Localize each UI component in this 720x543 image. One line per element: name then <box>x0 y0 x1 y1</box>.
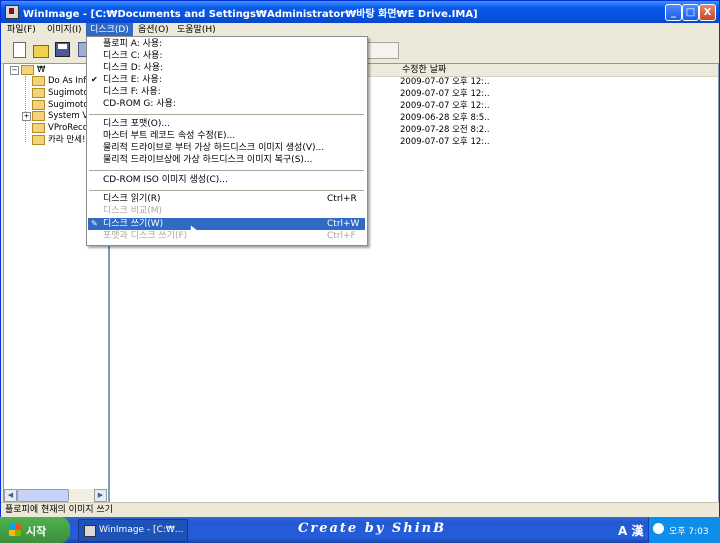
menu-item-label: CD-ROM G: 사용: <box>103 99 176 109</box>
menu-item-label: 마스터 부트 레코드 속성 수정(E)... <box>103 131 236 141</box>
folder-icon <box>32 99 45 110</box>
menu-item-label: 물리적 드라이브상에 가상 하드디스크 이미지 복구(S)... <box>103 155 313 165</box>
menu-item-read-disk[interactable]: 디스크 읽기(R) Ctrl+R <box>88 193 365 205</box>
menu-item-label: 포맷과 디스크 쓰기(F) <box>103 231 188 241</box>
start-button[interactable]: 시작 <box>0 517 70 543</box>
menu-item-shortcut: Ctrl+F <box>327 231 356 241</box>
menu-item-label: 디스크 비교(M) <box>103 206 163 216</box>
start-label: 시작 <box>26 525 47 538</box>
menu-item-label: 디스크 F: 사용: <box>103 87 161 97</box>
tree-connector <box>25 76 26 142</box>
close-button[interactable]: X <box>699 4 716 21</box>
menu-item-label: CD-ROM ISO 이미지 생성(C)... <box>103 175 228 185</box>
menu-image[interactable]: 이미지(I) <box>43 23 86 38</box>
menu-item-write-disk[interactable]: ✎ 디스크 쓰기(W) Ctrl+W <box>88 218 365 230</box>
expand-toggle[interactable]: + <box>22 112 31 121</box>
list-item[interactable]: 2009-07-28 오전 8:2.. <box>400 124 490 136</box>
tree-item-label: 카라 만세! <box>48 135 86 145</box>
menu-item-label: 물리적 드라이브로 부터 가상 하드디스크 이미지 생성(V)... <box>103 143 325 153</box>
open-icon[interactable] <box>33 45 49 58</box>
tree-item-label: Sugimoto <box>48 100 89 110</box>
taskbar: 시작 WinImage - [C:₩... Create by ShinB A … <box>0 517 720 543</box>
menu-item-shortcut: Ctrl+R <box>327 194 357 204</box>
menu-item-label: 플로피 A: 사용: <box>103 39 163 49</box>
new-icon[interactable] <box>13 42 26 58</box>
collapse-root-toggle[interactable]: − <box>10 66 19 75</box>
menu-separator <box>89 170 364 171</box>
list-item[interactable]: 2009-07-07 오후 12:.. <box>400 100 490 112</box>
status-bar: 플로피에 현재의 이미지 쓰기 <box>1 502 719 517</box>
list-item[interactable]: 2009-07-07 오후 12:.. <box>400 76 490 88</box>
tree-item-label: Sugimoto <box>48 88 89 98</box>
system-tray: 오후 7:03 <box>648 517 720 543</box>
tree-item[interactable]: System V <box>32 110 88 122</box>
menu-item-label: 디스크 포맷(O)... <box>103 119 170 129</box>
winimage-app-icon <box>84 525 96 537</box>
tree-item[interactable]: VProReco <box>32 122 88 134</box>
list-item[interactable]: 2009-06-28 오후 8:5.. <box>400 112 490 124</box>
disk-menu-dropdown: 플로피 A: 사용: 디스크 C: 사용: 디스크 D: 사용: ✔ 디스크 E:… <box>86 36 368 246</box>
folder-icon <box>21 64 34 75</box>
menu-item-disk-e[interactable]: ✔ 디스크 E: 사용: <box>88 74 365 86</box>
windows-logo-icon <box>9 524 21 536</box>
tree-item[interactable]: Do As Infi <box>32 75 89 87</box>
clock[interactable]: 오후 7:03 <box>669 524 709 537</box>
menu-item-label: 디스크 D: 사용: <box>103 63 164 73</box>
taskbar-brand-text: Create by ShinB <box>298 521 447 536</box>
folder-icon <box>32 87 45 98</box>
scroll-left-arrow-icon[interactable]: ◀ <box>4 489 17 502</box>
window-title: WinImage - [C:₩Documents and Settings₩Ad… <box>23 9 478 20</box>
tree-horizontal-scrollbar[interactable]: ◀ ▶ <box>4 489 107 502</box>
menu-item-disk-c[interactable]: 디스크 C: 사용: <box>88 50 365 62</box>
column-header-modified[interactable]: 수정한 날짜 <box>402 64 446 76</box>
menu-item-create-iso[interactable]: CD-ROM ISO 이미지 생성(C)... <box>88 174 365 186</box>
tree-item-label: Do As Infi <box>48 76 89 86</box>
menu-item-compare-disk[interactable]: 디스크 비교(M) <box>88 205 365 217</box>
menu-item-format-and-write[interactable]: 포맷과 디스크 쓰기(F) Ctrl+F <box>88 230 365 242</box>
minimize-button[interactable]: _ <box>665 4 682 21</box>
list-item[interactable]: 2009-07-07 오후 12:.. <box>400 136 490 148</box>
ime-indicator[interactable]: A 漢 <box>618 522 643 539</box>
menu-item-format-disk[interactable]: 디스크 포맷(O)... <box>88 118 365 130</box>
menu-item-create-vhd[interactable]: 물리적 드라이브로 부터 가상 하드디스크 이미지 생성(V)... <box>88 142 365 154</box>
winimage-app-icon[interactable] <box>5 5 19 19</box>
toolbar-field[interactable] <box>363 42 399 59</box>
menu-item-label: 디스크 읽기(R) <box>103 194 161 204</box>
menu-separator <box>89 190 364 191</box>
taskbar-winimage-button[interactable]: WinImage - [C:₩... <box>78 519 188 542</box>
tree-item[interactable]: 카라 만세! <box>32 134 85 146</box>
maximize-button[interactable]: □ <box>682 4 699 21</box>
menu-item-floppy-a[interactable]: 플로피 A: 사용: <box>88 38 365 50</box>
menu-item-edit-mbr[interactable]: 마스터 부트 레코드 속성 수정(E)... <box>88 130 365 142</box>
write-disk-icon: ✎ <box>91 219 98 228</box>
menu-item-label: 디스크 E: 사용: <box>103 75 162 85</box>
taskbar-button-label: WinImage - [C:₩... <box>99 525 184 535</box>
menu-item-restore-vhd[interactable]: 물리적 드라이브상에 가상 하드디스크 이미지 복구(S)... <box>88 154 365 166</box>
list-item[interactable]: 2009-07-07 오후 12:.. <box>400 88 490 100</box>
tree-root-label: ₩ <box>37 65 46 75</box>
title-bar[interactable]: WinImage - [C:₩Documents and Settings₩Ad… <box>1 1 719 23</box>
menu-item-label: 디스크 쓰기(W) <box>103 219 164 229</box>
tree-item[interactable]: Sugimoto <box>32 87 89 99</box>
menu-item-disk-f[interactable]: 디스크 F: 사용: <box>88 86 365 98</box>
menu-item-disk-d[interactable]: 디스크 D: 사용: <box>88 62 365 74</box>
scroll-thumb[interactable] <box>17 489 69 502</box>
save-icon[interactable] <box>55 42 70 57</box>
folder-icon <box>32 134 45 145</box>
menu-item-label: 디스크 C: 사용: <box>103 51 163 61</box>
menu-separator <box>89 114 364 115</box>
scroll-right-arrow-icon[interactable]: ▶ <box>94 489 107 502</box>
menu-file[interactable]: 파일(F) <box>3 23 40 38</box>
folder-icon <box>32 110 45 121</box>
tray-icon[interactable] <box>653 523 664 534</box>
status-text: 플로피에 현재의 이미지 쓰기 <box>5 505 113 515</box>
folder-icon <box>32 75 45 86</box>
menu-item-shortcut: Ctrl+W <box>327 219 360 229</box>
checkmark-icon: ✔ <box>91 75 98 84</box>
folder-icon <box>32 122 45 133</box>
tree-item-label: VProReco <box>48 123 88 133</box>
tree-item-label: System V <box>48 111 89 121</box>
menu-item-cdrom-g[interactable]: CD-ROM G: 사용: <box>88 98 365 110</box>
